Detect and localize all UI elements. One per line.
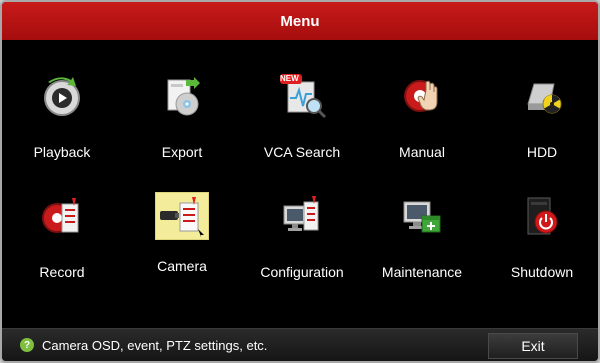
menu-item-camera[interactable]: Camera: [122, 180, 242, 300]
status-hint: Camera OSD, event, PTZ settings, etc.: [42, 337, 268, 353]
menu-window: Menu Playback Export NEW VCA Search Manu…: [0, 0, 600, 363]
menu-label: Shutdown: [510, 264, 574, 280]
menu-label: VCA Search: [263, 144, 341, 160]
menu-label: Maintenance: [381, 264, 463, 280]
menu-item-maintenance[interactable]: Maintenance: [362, 180, 482, 300]
vca-search-icon: NEW: [274, 68, 330, 124]
record-icon: [34, 188, 90, 244]
menu-item-record[interactable]: Record: [2, 180, 122, 300]
menu-label: Configuration: [260, 264, 344, 280]
menu-label: Manual: [399, 144, 445, 160]
menu-label: HDD: [526, 144, 558, 160]
new-badge: NEW: [280, 74, 299, 83]
menu-label: Camera: [157, 258, 207, 274]
shutdown-icon: [514, 188, 570, 244]
menu-item-hdd[interactable]: HDD: [482, 60, 598, 180]
manual-record-icon: [394, 68, 450, 124]
menu-label: Export: [161, 144, 203, 160]
camera-icon: [155, 192, 209, 240]
status-bar: ? Camera OSD, event, PTZ settings, etc. …: [2, 328, 598, 361]
configuration-icon: [274, 188, 330, 244]
menu-item-configuration[interactable]: Configuration: [242, 180, 362, 300]
menu-label: Playback: [33, 144, 91, 160]
help-icon: ?: [20, 338, 34, 352]
export-icon: [154, 68, 210, 124]
window-title: Menu: [280, 12, 320, 30]
maintenance-icon: [394, 188, 450, 244]
menu-item-manual[interactable]: Manual: [362, 60, 482, 180]
menu-item-export[interactable]: Export: [122, 60, 242, 180]
menu-item-playback[interactable]: Playback: [2, 60, 122, 180]
menu-grid: Playback Export NEW VCA Search Manual HD…: [2, 60, 598, 300]
menu-label: Record: [39, 264, 85, 280]
menu-item-shutdown[interactable]: Shutdown: [482, 180, 598, 300]
exit-button[interactable]: Exit: [488, 333, 578, 359]
hdd-icon: [514, 68, 570, 124]
playback-icon: [34, 68, 90, 124]
title-bar: Menu: [2, 2, 598, 40]
menu-item-vca-search[interactable]: NEW VCA Search: [242, 60, 362, 180]
